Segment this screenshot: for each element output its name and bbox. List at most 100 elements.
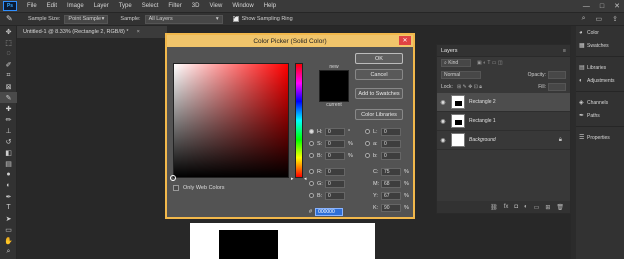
y-input[interactable]: 67 <box>381 191 401 200</box>
s-radio[interactable] <box>309 141 314 146</box>
opacity-input[interactable] <box>548 71 566 79</box>
move-tool-icon[interactable]: ✥ <box>0 26 17 37</box>
only-web-colors[interactable]: Only Web Colors <box>173 185 224 191</box>
menu-image[interactable]: Image <box>67 3 84 9</box>
hand-tool-icon[interactable]: ✋ <box>0 235 17 246</box>
menu-type[interactable]: Type <box>119 3 132 9</box>
b-radio[interactable] <box>309 153 314 158</box>
blue-radio[interactable] <box>309 193 314 198</box>
crop-tool-icon[interactable]: ⌗ <box>0 70 17 81</box>
dock-item-channels[interactable]: ◈ Channels <box>576 96 624 109</box>
b-input[interactable]: 0 <box>325 151 345 160</box>
close-icon[interactable]: ✕ <box>399 36 411 45</box>
eye-icon[interactable]: ◉ <box>437 118 449 125</box>
lock-icons[interactable]: ⊞ ✎ ✥ ⊡ 🔒︎ <box>457 84 482 90</box>
lasso-tool-icon[interactable]: ◌ <box>0 48 17 59</box>
kind-filter-select[interactable]: ⌕ Kind <box>441 59 471 67</box>
brush-tool-icon[interactable]: ✏ <box>0 114 17 125</box>
eyedropper-icon[interactable]: ✎ <box>6 14 16 24</box>
trash-icon[interactable]: 🗑︎ <box>556 204 564 211</box>
document-tab[interactable]: Untitled-1 @ 8.33% (Rectangle 2, RGB/8) … <box>17 26 167 38</box>
lab-b-radio[interactable] <box>365 153 370 158</box>
search-icon[interactable]: ⌕ <box>582 15 586 23</box>
share-icon[interactable]: ⇪ <box>612 15 618 23</box>
shape-tool-icon[interactable]: ▭ <box>0 224 17 235</box>
r-input[interactable]: 0 <box>325 167 345 176</box>
eye-icon[interactable]: ◉ <box>437 99 449 106</box>
healing-tool-icon[interactable]: ✚ <box>0 103 17 114</box>
dock-item-swatches[interactable]: ▦ Swatches <box>576 39 624 52</box>
hue-slider[interactable] <box>295 63 303 178</box>
sample-size-select[interactable]: Point Sample ▾ <box>64 14 109 24</box>
eyedropper-tool-icon[interactable]: ✎ <box>0 92 17 103</box>
eraser-tool-icon[interactable]: ◧ <box>0 147 17 158</box>
pen-tool-icon[interactable]: ✒ <box>0 191 17 202</box>
zoom-tool-icon[interactable]: ⌕ <box>0 246 17 257</box>
a-radio[interactable] <box>365 141 370 146</box>
menu-help[interactable]: Help <box>264 3 276 9</box>
menu-layer[interactable]: Layer <box>94 3 109 9</box>
menu-3d[interactable]: 3D <box>192 3 200 9</box>
hue-arrow-left-icon[interactable]: ▸ <box>291 176 294 182</box>
dodge-tool-icon[interactable]: ◐ <box>0 180 17 191</box>
hex-input[interactable]: 000000 <box>315 207 344 216</box>
h-input[interactable]: 0 <box>325 127 345 136</box>
sample-select[interactable]: All Layers ▾ <box>144 14 223 24</box>
dock-item-color[interactable]: ◕ Color <box>576 26 624 39</box>
stamp-tool-icon[interactable]: ⊥ <box>0 125 17 136</box>
filter-icons[interactable]: ▣ ◐ T ▭ ◫ <box>477 60 503 66</box>
dock-item-adjustments[interactable]: ◐ Adjustments <box>576 74 624 87</box>
hue-arrow-right-icon[interactable]: ◂ <box>304 176 307 182</box>
menu-file[interactable]: File <box>27 3 37 9</box>
menu-filter[interactable]: Filter <box>168 3 181 9</box>
workspace-icon[interactable]: ▭ <box>596 15 603 23</box>
s-input[interactable]: 0 <box>325 139 345 148</box>
m-input[interactable]: 68 <box>381 179 401 188</box>
show-sampling-ring-checkbox[interactable] <box>232 14 239 22</box>
menu-view[interactable]: View <box>209 3 222 9</box>
layer-row-rectangle-1[interactable]: ◉ Rectangle 1 <box>437 112 570 131</box>
document-canvas[interactable] <box>190 223 375 259</box>
menu-select[interactable]: Select <box>142 3 159 9</box>
quick-select-tool-icon[interactable]: ✐ <box>0 59 17 70</box>
dock-item-properties[interactable]: ☰ Properties <box>576 131 624 144</box>
layer-row-rectangle-2[interactable]: ◉ Rectangle 2 <box>437 93 570 112</box>
maximize-icon[interactable]: □ <box>600 3 604 10</box>
l-input[interactable]: 0 <box>381 127 401 136</box>
ok-button[interactable]: OK <box>355 53 403 64</box>
fill-input[interactable] <box>548 83 566 91</box>
dock-item-libraries[interactable]: ▤ Libraries <box>576 61 624 74</box>
menu-edit[interactable]: Edit <box>47 3 57 9</box>
l-radio[interactable] <box>365 129 370 134</box>
color-field-cursor[interactable] <box>170 175 176 181</box>
k-input[interactable]: 90 <box>381 203 401 212</box>
blend-mode-select[interactable]: Normal <box>441 71 481 79</box>
layer-row-background[interactable]: ◉ Background 🔒︎ <box>437 131 570 150</box>
panel-menu-icon[interactable]: ≡ <box>563 48 566 54</box>
g-radio[interactable] <box>309 181 314 186</box>
close-tab-icon[interactable]: × <box>137 29 140 35</box>
black-rectangle-shape[interactable] <box>219 230 278 259</box>
h-radio[interactable] <box>309 129 314 134</box>
g-input[interactable]: 0 <box>325 179 345 188</box>
type-tool-icon[interactable]: T <box>0 202 17 213</box>
tab-layers[interactable]: Layers <box>441 48 458 54</box>
new-layer-icon[interactable]: ⊞ <box>545 204 550 211</box>
frame-tool-icon[interactable]: ⊠ <box>0 81 17 92</box>
color-libraries-button[interactable]: Color Libraries <box>355 109 403 120</box>
link-icon[interactable]: ⛓ <box>490 204 498 211</box>
eye-icon[interactable]: ◉ <box>437 137 449 144</box>
r-radio[interactable] <box>309 169 314 174</box>
cancel-button[interactable]: Cancel <box>355 69 403 80</box>
lab-b-input[interactable]: 0 <box>381 151 401 160</box>
c-input[interactable]: 75 <box>381 167 401 176</box>
color-field[interactable] <box>173 63 289 178</box>
adjustment-icon[interactable]: ◐ <box>524 204 528 210</box>
path-select-tool-icon[interactable]: ➤ <box>0 213 17 224</box>
close-icon[interactable]: ✕ <box>614 2 620 10</box>
only-web-colors-checkbox[interactable] <box>173 185 179 191</box>
fx-icon[interactable]: fx <box>504 204 509 210</box>
folder-icon[interactable]: ▭ <box>534 204 540 211</box>
menu-window[interactable]: Window <box>232 3 253 9</box>
blur-tool-icon[interactable]: ● <box>0 169 17 180</box>
